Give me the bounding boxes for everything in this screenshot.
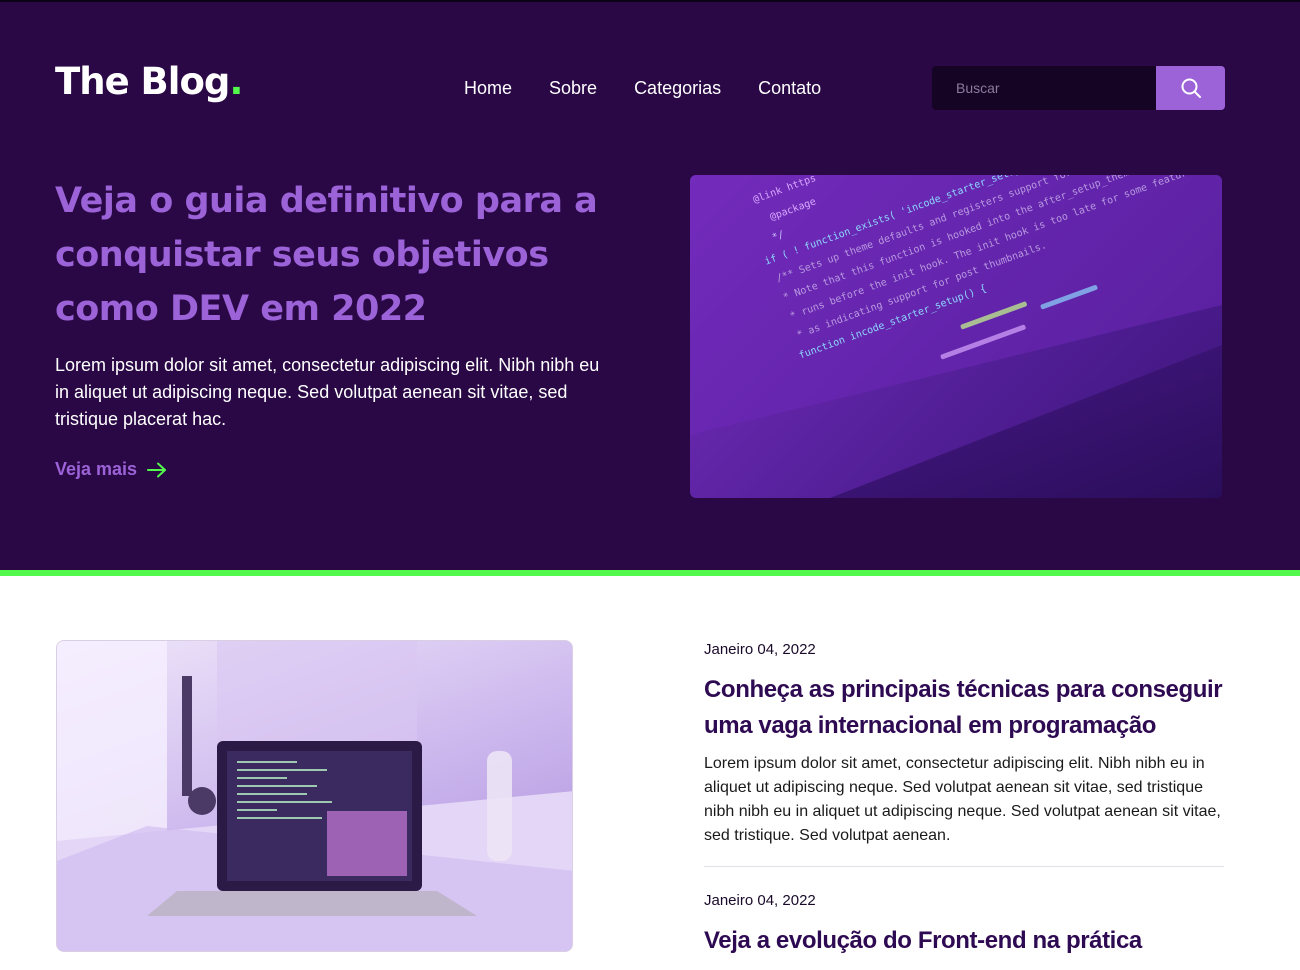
search-input[interactable] [932, 66, 1156, 110]
post-title[interactable]: Veja a evolução do Front-end na prática [704, 923, 1224, 959]
post-laptop-image [56, 640, 573, 952]
main-nav: Home Sobre Categorias Contato [464, 76, 858, 100]
logo[interactable]: The Blog. [55, 60, 243, 103]
see-more-label: Veja mais [55, 459, 138, 479]
logo-dot: . [229, 60, 243, 103]
nav-item-categorias[interactable]: Categorias [634, 76, 721, 100]
post-card[interactable]: Janeiro 04, 2022 Veja a evolução do Fron… [704, 891, 1224, 959]
nav-item-sobre[interactable]: Sobre [549, 76, 597, 100]
arrow-right-icon [147, 462, 167, 477]
laptop-desk-illustration [57, 641, 572, 951]
search-button[interactable] [1156, 66, 1225, 110]
logo-text: The Blog [55, 60, 230, 103]
post-date: Janeiro 04, 2022 [704, 892, 816, 909]
hero-title: Veja o guia definitivo para a conquistar… [55, 181, 598, 329]
hero-bottom-border [0, 570, 1300, 576]
search-bar [932, 66, 1225, 110]
post-divider [704, 866, 1224, 867]
post-card[interactable]: Janeiro 04, 2022 Conheça as principais t… [704, 640, 1224, 848]
see-more-link[interactable]: Veja mais [55, 459, 167, 480]
hero-code-image: @link https @package */ if ( ! function_… [690, 175, 1222, 498]
post-title[interactable]: Conheça as principais técnicas para cons… [704, 672, 1224, 744]
post-date: Janeiro 04, 2022 [704, 641, 816, 658]
nav-item-contato[interactable]: Contato [758, 76, 821, 100]
nav-item-home[interactable]: Home [464, 76, 512, 100]
code-screen-illustration: @link https @package */ if ( ! function_… [690, 175, 1222, 498]
hero-text: Lorem ipsum dolor sit amet, consectetur … [55, 355, 600, 429]
post-excerpt: Lorem ipsum dolor sit amet, consectetur … [704, 755, 1221, 844]
search-icon [1181, 78, 1201, 98]
